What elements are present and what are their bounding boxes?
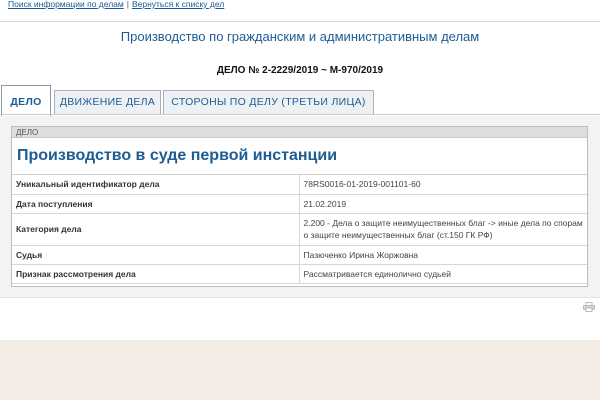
bottom-divider bbox=[0, 297, 600, 298]
table-row: Категория дела 2.200 - Дела о защите неи… bbox=[12, 213, 587, 246]
table-row: Уникальный идентификатор дела 78RS0016-0… bbox=[12, 175, 587, 195]
top-links: Поиск информации по делам | Вернуться к сп… bbox=[8, 0, 224, 10]
row-label: Признак рассмотрения дела bbox=[12, 264, 300, 284]
row-value: 2.200 - Дела о защите неимущественных бл… bbox=[299, 213, 587, 246]
table-row: Судья Пазюченко Ирина Жоржовна bbox=[12, 245, 587, 265]
case-card: ДЕЛО Производство в суде первой инстанци… bbox=[11, 126, 588, 287]
row-value: Рассматривается единолично судьей bbox=[299, 264, 587, 284]
case-info-table: Уникальный идентификатор дела 78RS0016-0… bbox=[12, 175, 587, 284]
printer-icon[interactable] bbox=[583, 302, 595, 312]
row-label: Уникальный идентификатор дела bbox=[12, 175, 300, 195]
row-label: Категория дела bbox=[12, 213, 300, 246]
case-card-header: ДЕЛО bbox=[12, 127, 587, 138]
table-row: Дата поступления 21.02.2019 bbox=[12, 194, 587, 214]
case-number: ДЕЛО № 2-2229/2019 ~ М-970/2019 bbox=[216, 65, 384, 76]
row-value: Пазюченко Ирина Жоржовна bbox=[299, 245, 587, 265]
tab-panel: ДЕЛО Производство в суде первой инстанци… bbox=[0, 116, 600, 297]
link-separator: | bbox=[126, 0, 129, 9]
case-card-title: Производство в суде первой инстанции bbox=[12, 138, 587, 175]
top-divider bbox=[0, 21, 600, 22]
search-info-link[interactable]: Поиск информации по делам bbox=[8, 0, 124, 9]
row-value: 21.02.2019 bbox=[299, 194, 587, 214]
tab-case[interactable]: ДЕЛО bbox=[1, 85, 51, 116]
row-label: Судья bbox=[12, 245, 300, 265]
page: Поиск информации по делам | Вернуться к сп… bbox=[0, 0, 600, 340]
back-to-list-link[interactable]: Вернуться к списку дел bbox=[132, 0, 224, 9]
row-value: 78RS0016-01-2019-001101-60 bbox=[299, 175, 587, 195]
tabs-divider bbox=[0, 114, 600, 115]
court-title: Производство по гражданским и администра… bbox=[120, 29, 480, 44]
row-label: Дата поступления bbox=[12, 194, 300, 214]
table-row: Признак рассмотрения дела Рассматриваетс… bbox=[12, 264, 587, 284]
tab-case-parties[interactable]: СТОРОНЫ ПО ДЕЛУ (ТРЕТЬИ ЛИЦА) bbox=[163, 90, 374, 114]
tab-bar: ДЕЛО ДВИЖЕНИЕ ДЕЛА СТОРОНЫ ПО ДЕЛУ (ТРЕТ… bbox=[0, 85, 600, 116]
tab-case-movement[interactable]: ДВИЖЕНИЕ ДЕЛА bbox=[54, 90, 161, 114]
